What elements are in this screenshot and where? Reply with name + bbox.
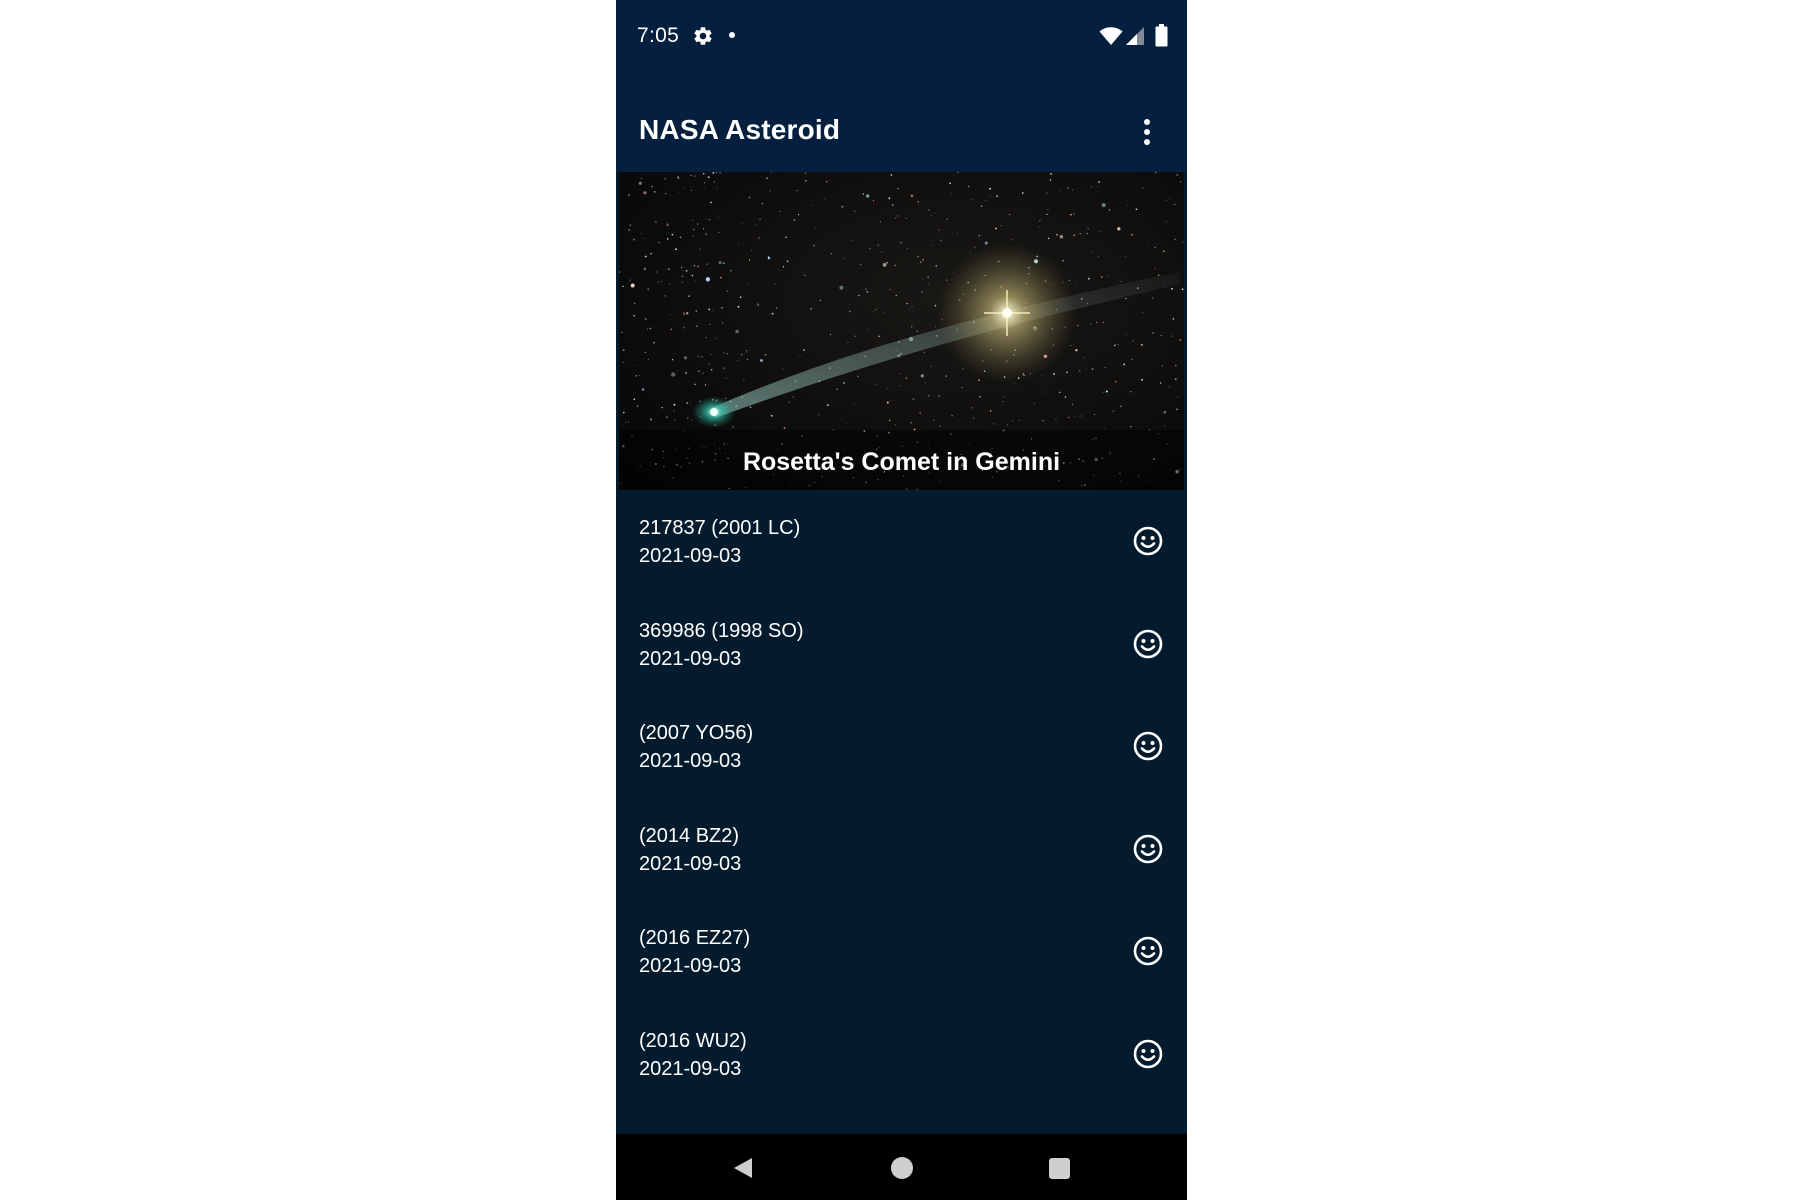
navigation-bar xyxy=(616,1134,1187,1200)
asteroid-name: 369986 (1998 SO) xyxy=(639,619,804,642)
recents-icon[interactable] xyxy=(1049,1158,1070,1179)
asteroid-list: 217837 (2001 LC) 2021-09-03 369986 (1998 S… xyxy=(616,490,1187,1134)
phone-screen: 7:05 NASA Asteroid Rosetta's Comet in Ge… xyxy=(616,0,1187,1200)
approach-date: 2021-09-03 xyxy=(639,1057,742,1080)
list-item[interactable]: (2007 YO56) 2021-09-03 xyxy=(616,695,1187,798)
approach-date: 2021-09-03 xyxy=(639,750,742,772)
list-item[interactable]: (2016 EZ27) 2021-09-03 xyxy=(616,900,1187,1003)
list-item[interactable]: (2014 BZ2) 2021-09-03 xyxy=(616,798,1187,901)
more-vert-icon[interactable] xyxy=(1135,116,1159,148)
home-icon[interactable] xyxy=(891,1157,913,1179)
list-item[interactable]: 217837 (2001 LC) 2021-09-03 xyxy=(616,490,1187,593)
approach-date: 2021-09-03 xyxy=(639,545,742,567)
smiley-icon xyxy=(1133,629,1163,658)
smiley-icon xyxy=(1133,936,1163,966)
asteroid-name: (2007 YO56) xyxy=(639,722,754,744)
cell-signal-icon xyxy=(1126,27,1144,45)
smiley-icon xyxy=(1133,526,1163,556)
smiley-icon xyxy=(1133,731,1163,761)
smiley-icon xyxy=(1133,1039,1163,1068)
asteroid-name: (2014 BZ2) xyxy=(639,824,740,847)
picture-caption: Rosetta's Comet in Gemini xyxy=(742,448,1061,476)
wifi-icon xyxy=(1099,27,1123,45)
app-bar: NASA Asteroid xyxy=(616,72,1187,172)
asteroid-name: (2016 WU2) xyxy=(639,1029,747,1052)
status-time: 7:05 xyxy=(637,24,680,47)
list-item[interactable]: (2016 WU2) 2021-09-03 xyxy=(616,1003,1187,1106)
asteroid-name: 217837 (2001 LC) xyxy=(639,517,801,539)
approach-date: 2021-09-03 xyxy=(639,955,742,977)
status-bar: 7:05 xyxy=(616,0,1187,72)
list-item[interactable]: 369986 (1998 SO) 2021-09-03 xyxy=(616,593,1187,696)
asteroid-name: (2016 EZ27) xyxy=(639,927,751,949)
back-icon[interactable] xyxy=(732,1156,754,1180)
approach-date: 2021-09-03 xyxy=(639,647,742,670)
notification-dot-icon xyxy=(729,32,735,38)
app-title: NASA Asteroid xyxy=(639,114,841,145)
gear-icon xyxy=(694,27,712,45)
picture-of-day[interactable]: Rosetta's Comet in Gemini xyxy=(619,172,1184,490)
approach-date: 2021-09-03 xyxy=(639,852,742,875)
battery-icon xyxy=(1155,24,1168,47)
smiley-icon xyxy=(1133,834,1163,863)
